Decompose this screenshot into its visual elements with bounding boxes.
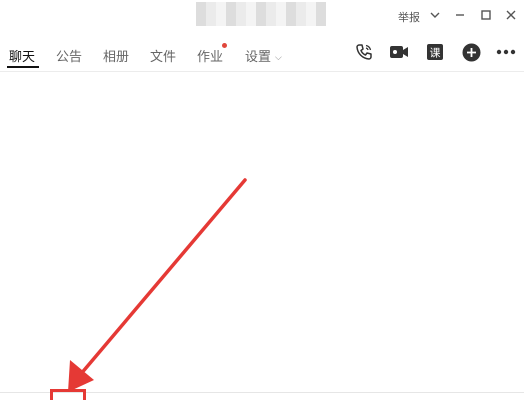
active-tab-indicator — [7, 66, 39, 68]
tab-settings-label: 设置 — [245, 49, 272, 64]
course-glyph: 课 — [430, 47, 441, 60]
homework-badge-dot — [222, 43, 227, 48]
tab-chat[interactable]: 聊天 — [9, 46, 35, 65]
minimize-icon[interactable] — [451, 6, 469, 24]
tab-album[interactable]: 相册 — [103, 46, 129, 65]
video-call-icon[interactable] — [389, 42, 409, 62]
tab-announcement[interactable]: 公告 — [56, 46, 82, 65]
highlight-box — [50, 389, 86, 400]
tab-bar: 聊天 公告 相册 文件 作业 设置 ⌵ — [0, 36, 524, 72]
chat-message-area[interactable] — [0, 73, 524, 392]
tab-settings[interactable]: 设置 ⌵ — [245, 46, 282, 65]
course-icon[interactable]: 课 — [425, 42, 445, 62]
chevron-down-icon: ⌵ — [275, 52, 282, 62]
tab-homework[interactable]: 作业 — [197, 46, 223, 65]
add-circle-icon[interactable] — [461, 42, 481, 62]
tab-files[interactable]: 文件 — [150, 46, 176, 65]
close-icon[interactable] — [502, 6, 520, 24]
report-link[interactable]: 举报 — [398, 9, 420, 25]
blurred-group-name — [196, 2, 326, 26]
title-bar: 举报 — [0, 0, 524, 32]
chevron-down-icon[interactable] — [426, 6, 444, 24]
maximize-icon[interactable] — [477, 6, 495, 24]
phone-call-icon[interactable] — [354, 42, 374, 62]
more-icon[interactable] — [496, 42, 516, 62]
